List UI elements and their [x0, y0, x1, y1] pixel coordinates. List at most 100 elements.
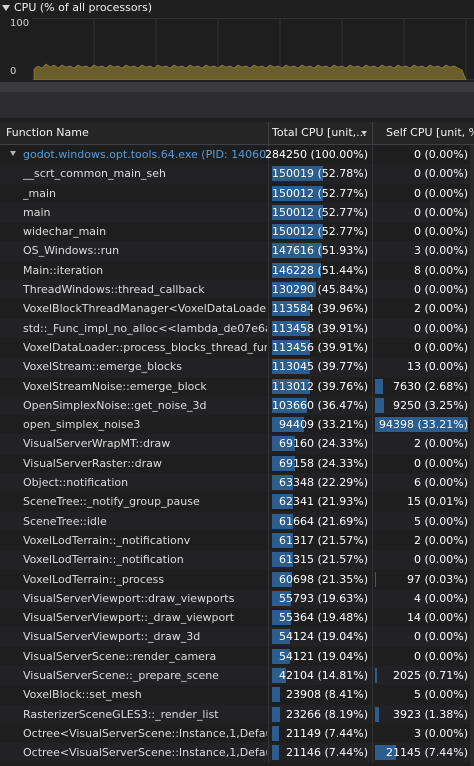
- table-row[interactable]: VisualServerViewport::draw_viewports 5579…: [0, 588, 474, 609]
- cell-divider: [268, 260, 269, 281]
- function-name-cell: VisualServerRaster::draw: [23, 456, 162, 470]
- cell-divider: [372, 376, 373, 396]
- cell-divider: [372, 511, 373, 531]
- cell-divider: [268, 646, 269, 667]
- function-name-cell: VisualServerScene::_prepare_scene: [23, 669, 219, 683]
- self-cpu-bar: [375, 706, 379, 722]
- cell-divider: [268, 434, 269, 454]
- table-row[interactable]: OpenSimplexNoise::get_noise_3d 103660 (36…: [0, 395, 474, 416]
- self-cpu-cell: 14 (0.00%): [406, 611, 468, 625]
- table-row[interactable]: SceneTree::_notify_group_pause 62341 (21.…: [0, 492, 474, 512]
- table-row[interactable]: __scrt_common_main_seh 150019 (52.78%) 0 (…: [0, 164, 474, 184]
- self-cpu-cell: 2 (0.00%): [413, 437, 468, 451]
- table-row[interactable]: OS_Windows::run 147616 (51.93%) 3 (0.00%): [0, 241, 474, 261]
- total-cpu-cell: 150012 (52.77%): [271, 205, 368, 219]
- table-row[interactable]: SceneTree::idle 61664 (21.69%) 5 (0.00%): [0, 511, 474, 531]
- total-cpu-cell: 63348 (22.29%): [278, 476, 368, 490]
- cell-divider: [372, 492, 373, 512]
- table-row[interactable]: VoxelLodTerrain::_notificationv 61317 (21…: [0, 530, 474, 551]
- cpu-usage-chart[interactable]: [32, 18, 474, 81]
- cell-divider: [372, 222, 373, 242]
- self-cpu-cell: 5 (0.00%): [413, 514, 468, 528]
- table-row[interactable]: RasterizerSceneGLES3::_render_list 23266 …: [0, 704, 474, 724]
- function-name-cell: Octree<VisualServerScene::Instance,1,Def…: [23, 746, 267, 760]
- timeline-selection-band[interactable]: [0, 82, 474, 118]
- cell-divider: [268, 395, 269, 416]
- function-name-cell: OS_Windows::run: [23, 244, 120, 258]
- table-row[interactable]: VoxelLodTerrain::_process 60698 (21.35%) 9…: [0, 569, 474, 589]
- table-row[interactable]: VisualServerRaster::draw 69158 (24.33%) 0 …: [0, 453, 474, 474]
- column-header-function-name[interactable]: Function Name: [6, 126, 89, 139]
- cell-divider: [372, 743, 373, 763]
- expand-collapse-icon[interactable]: [10, 151, 16, 156]
- column-header-self-cpu[interactable]: Self CPU [unit, %]: [386, 126, 474, 139]
- function-name-cell: Object::notification: [23, 476, 129, 490]
- vertical-scrollbar[interactable]: [470, 145, 474, 766]
- table-row[interactable]: ThreadWindows::thread_callback 130290 (45…: [0, 280, 474, 300]
- cpu-usage-graph: [32, 18, 474, 81]
- total-cpu-cell: 60698 (21.35%): [278, 572, 368, 586]
- self-cpu-cell: 0 (0.00%): [413, 167, 468, 181]
- cpu-usage-header[interactable]: CPU (% of all processors): [0, 0, 474, 16]
- self-cpu-cell: 21145 (7.44%): [385, 746, 468, 760]
- self-cpu-cell: 4 (0.00%): [413, 591, 468, 605]
- table-row[interactable]: open_simplex_noise3 94409 (33.21%) 94398 (…: [0, 415, 474, 435]
- cell-divider: [372, 627, 373, 647]
- self-cpu-cell: 5 (0.00%): [413, 688, 468, 702]
- table-header: Function Name Total CPU [unit,... Self C…: [0, 122, 474, 145]
- table-row[interactable]: VisualServerScene::_prepare_scene 42104 (…: [0, 666, 474, 686]
- self-cpu-cell: 2 (0.00%): [413, 302, 468, 316]
- table-row[interactable]: widechar_main 150012 (52.77%) 0 (0.00%): [0, 222, 474, 242]
- cell-divider: [372, 473, 373, 493]
- table-row[interactable]: godot.windows.opt.tools.64.exe (PID: 140…: [0, 145, 474, 165]
- cell-divider: [268, 550, 269, 570]
- cell-divider: [268, 588, 269, 609]
- table-row[interactable]: VisualServerScene::render_camera 54121 (1…: [0, 646, 474, 667]
- table-row[interactable]: Main::iteration 146228 (51.44%) 8 (0.00%): [0, 260, 474, 281]
- table-row[interactable]: Object::notification 63348 (22.29%) 6 (0.0…: [0, 473, 474, 493]
- table-row[interactable]: Octree<VisualServerScene::Instance,1,Def…: [0, 723, 474, 744]
- self-cpu-cell: 0 (0.00%): [413, 340, 468, 354]
- total-cpu-cell: 42104 (14.81%): [278, 669, 368, 683]
- cell-divider: [372, 260, 373, 281]
- self-cpu-cell: 2025 (0.71%): [392, 669, 468, 683]
- table-row[interactable]: VoxelStreamNoise::emerge_block 113012 (39…: [0, 376, 474, 396]
- cell-divider: [268, 183, 269, 203]
- table-row[interactable]: VoxelDataLoader::process_blocks_thread_f…: [0, 337, 474, 358]
- function-name-cell: main: [23, 205, 51, 219]
- table-row[interactable]: VisualServerViewport::_draw_viewport 5536…: [0, 608, 474, 628]
- self-cpu-bar: [375, 668, 377, 684]
- self-cpu-cell: 0 (0.00%): [413, 321, 468, 335]
- table-row[interactable]: VisualServerWrapMT::draw 69160 (24.33%) 2 …: [0, 434, 474, 454]
- function-name-cell: SceneTree::idle: [23, 514, 107, 528]
- table-row[interactable]: VoxelLodTerrain::_notification 61315 (21.…: [0, 550, 474, 570]
- cell-divider: [372, 395, 373, 416]
- total-cpu-cell: 21149 (7.44%): [285, 726, 368, 740]
- total-cpu-bar: [272, 725, 280, 741]
- table-row[interactable]: VoxelBlockThreadManager<VoxelDataLoader:…: [0, 299, 474, 319]
- function-name-cell: VoxelBlockThreadManager<VoxelDataLoader:…: [23, 302, 267, 316]
- table-row[interactable]: std::_Func_impl_no_alloc<<lambda_de07e6a…: [0, 318, 474, 338]
- function-name-cell: SceneTree::_notify_group_pause: [23, 495, 200, 509]
- column-divider[interactable]: [372, 122, 373, 144]
- collapse-chevron-icon[interactable]: [2, 5, 10, 11]
- table-row[interactable]: VoxelStream::emerge_blocks 113045 (39.77%…: [0, 357, 474, 377]
- total-cpu-cell: 61317 (21.57%): [278, 533, 368, 547]
- function-name-cell: VoxelLodTerrain::_notificationv: [23, 533, 191, 547]
- self-cpu-cell: 13 (0.00%): [406, 360, 468, 374]
- total-cpu-cell: 113012 (39.76%): [271, 379, 368, 393]
- self-cpu-cell: 0 (0.00%): [413, 553, 468, 567]
- table-row[interactable]: VisualServerViewport::_draw_3d 54124 (19.…: [0, 627, 474, 647]
- table-row[interactable]: main 150012 (52.77%) 0 (0.00%): [0, 202, 474, 223]
- column-divider[interactable]: [268, 122, 269, 144]
- table-row[interactable]: Octree<VisualServerScene::Instance,1,Def…: [0, 743, 474, 763]
- cell-divider: [268, 473, 269, 493]
- self-cpu-cell: 97 (0.03%): [406, 572, 468, 586]
- total-cpu-cell: 61315 (21.57%): [278, 553, 368, 567]
- self-cpu-cell: 7630 (2.68%): [392, 379, 468, 393]
- column-header-total-cpu[interactable]: Total CPU [unit,...: [272, 126, 367, 139]
- y-axis-max-label: 100: [10, 18, 30, 29]
- self-cpu-bar: [375, 378, 383, 394]
- table-row[interactable]: VoxelBlock::set_mesh 23908 (8.41%) 5 (0.00…: [0, 685, 474, 705]
- table-row[interactable]: _main 150012 (52.77%) 0 (0.00%): [0, 183, 474, 203]
